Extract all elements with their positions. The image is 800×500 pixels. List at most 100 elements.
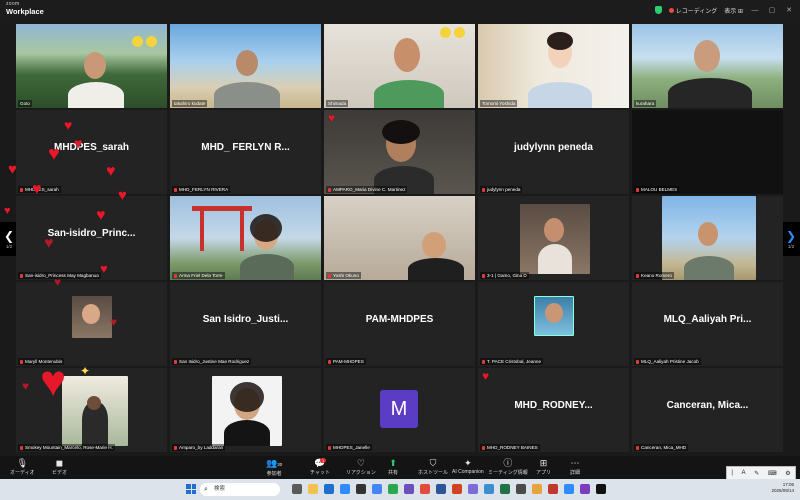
- participant-head: [422, 232, 446, 258]
- heart-reaction-icon: ♥: [22, 379, 30, 393]
- mic-muted-icon: [328, 187, 331, 192]
- system-tray-clock[interactable]: 17:06 2025/09/14: [771, 482, 794, 494]
- gear-icon[interactable]: ⚙: [785, 470, 790, 477]
- share-button[interactable]: ⬆ 共有: [388, 458, 398, 476]
- mic-muted-icon: [20, 273, 23, 278]
- active-speaker-tile[interactable]: Shimada: [324, 24, 475, 108]
- teams-icon[interactable]: [404, 484, 414, 494]
- participant-name-label: MHDPES_Janelle: [326, 444, 372, 451]
- pen-icon[interactable]: ✎: [754, 470, 759, 477]
- video-tile[interactable]: San Isidro_Justi... San Isidro_Justine M…: [170, 282, 321, 366]
- app-icon[interactable]: [420, 484, 430, 494]
- heart-reaction-icon: ♥: [44, 235, 54, 252]
- participant-name: Amparo_by Laddaran: [179, 445, 224, 450]
- participant-body: [224, 420, 270, 446]
- chrome-icon[interactable]: [372, 484, 382, 494]
- zoom-app-icon[interactable]: [340, 484, 350, 494]
- video-tile[interactable]: 3-1 | Gamo, Gina D: [478, 196, 629, 280]
- maximize-icon[interactable]: ▢: [767, 6, 777, 14]
- participant-head: [394, 38, 420, 72]
- video-tile[interactable]: judylynn peneda judylynn peneda: [478, 110, 629, 194]
- video-tile[interactable]: kurahara: [632, 24, 783, 108]
- host-tools-button[interactable]: ⛉ ホストツール: [418, 458, 448, 476]
- video-button[interactable]: ◼ ビデオ: [52, 458, 67, 476]
- ime-mode-button[interactable]: A: [742, 470, 746, 476]
- chevron-right-icon: ❯: [785, 228, 797, 243]
- participant-name-label: takahiro kodate: [172, 100, 208, 107]
- video-tile[interactable]: Smokey Mountain_Marcelo, Rose-Marie H.: [16, 368, 167, 452]
- more-button[interactable]: ⋯ 詳細: [570, 458, 580, 476]
- meeting-info-button[interactable]: ⓘ ミーティング情報: [488, 458, 528, 476]
- view-label: 表示: [724, 8, 737, 15]
- participant-body: [374, 80, 444, 108]
- excel-icon[interactable]: [500, 484, 510, 494]
- video-tile[interactable]: Keano Romero: [632, 196, 783, 280]
- video-tile[interactable]: MHD_RODNEY... MHD_RODNEY BAINES: [478, 368, 629, 452]
- mic-muted-icon: [328, 445, 331, 450]
- participant-body: [684, 256, 734, 280]
- video-tile[interactable]: PAM-MHDPES PAM-MHDPES: [324, 282, 475, 366]
- word-icon[interactable]: [436, 484, 446, 494]
- recording-indicator[interactable]: レコーディング: [668, 6, 717, 15]
- video-tile[interactable]: San-isidro_Princ... San-isidro_Princess …: [16, 196, 167, 280]
- taskbar-search-box[interactable]: 検索: [200, 483, 280, 496]
- video-tile[interactable]: Maryll Montenubis: [16, 282, 167, 366]
- video-tile[interactable]: AMPARO_Maria Divine C. Martinez: [324, 110, 475, 194]
- security-shield-icon[interactable]: [654, 6, 662, 14]
- windows-taskbar: 検索 17:06 2025/09/14: [0, 479, 800, 500]
- participants-button[interactable]: 👥30 参加者: [266, 458, 282, 477]
- apps-button[interactable]: ⊞ アプリ: [536, 458, 551, 476]
- windows-start-icon[interactable]: [186, 484, 196, 494]
- participant-name: 3-1 | Gamo, Gina D: [487, 273, 527, 278]
- close-icon[interactable]: ✕: [784, 6, 794, 14]
- ai-companion-button[interactable]: ✦ AI Companion: [452, 458, 484, 475]
- minimize-icon[interactable]: —: [750, 7, 760, 14]
- audio-button[interactable]: 🎙 オーディオ: [10, 458, 35, 476]
- start-tile: [186, 484, 191, 489]
- task-view-icon[interactable]: [292, 484, 302, 494]
- smiley-icon: [440, 27, 451, 38]
- participant-name: MLQ_Aaliyah Pristine Jacob: [641, 359, 699, 364]
- video-tile[interactable]: takahiro kodate: [170, 24, 321, 108]
- participant-name-label: Canceran, Mica_MHD: [634, 444, 689, 451]
- video-tile[interactable]: MALOU BELMES: [632, 110, 783, 194]
- video-tile[interactable]: Amparo_by Laddaran: [170, 368, 321, 452]
- participants-icon: 👥30: [266, 458, 283, 468]
- app-icon[interactable]: [564, 484, 574, 494]
- app-icon[interactable]: [548, 484, 558, 494]
- powerpoint-icon[interactable]: [452, 484, 462, 494]
- outlook-icon[interactable]: [484, 484, 494, 494]
- app-icon[interactable]: [468, 484, 478, 494]
- app-icon[interactable]: [356, 484, 366, 494]
- participant-head: [87, 396, 101, 410]
- more-dots-icon: ⋯: [570, 458, 580, 468]
- video-tile[interactable]: T. PACE Cristobal, Jeanne: [478, 282, 629, 366]
- reactions-button[interactable]: ♡ リアクション: [346, 458, 376, 476]
- video-tile[interactable]: Canceran, Mica... Canceran, Mica_MHD: [632, 368, 783, 452]
- app-icon[interactable]: [596, 484, 606, 494]
- participant-name: MHD_FERLYN RIVERA: [179, 187, 229, 192]
- keyboard-icon[interactable]: ⌨: [768, 470, 777, 477]
- app-icon[interactable]: [580, 484, 590, 494]
- line-icon[interactable]: [388, 484, 398, 494]
- file-explorer-icon[interactable]: [308, 484, 318, 494]
- video-tile[interactable]: Yoshi Okuno: [324, 196, 475, 280]
- participants-count: 30: [277, 462, 283, 467]
- video-tile[interactable]: MLQ_Aaliyah Pri... MLQ_Aaliyah Pristine …: [632, 282, 783, 366]
- apps-label: アプリ: [536, 470, 552, 476]
- shield-icon: ⛉: [429, 458, 437, 468]
- edge-browser-icon[interactable]: [324, 484, 334, 494]
- participant-name-label: MHD_FERLYN RIVERA: [172, 186, 231, 193]
- next-page-button[interactable]: ❯ 1/2: [782, 222, 800, 256]
- view-button[interactable]: 表示 ⊞: [724, 6, 743, 15]
- video-tile[interactable]: Goto: [16, 24, 167, 108]
- meeting-toolbar: 🎙 オーディオ ◼ ビデオ 👥30 参加者 💬 1 チャット ♡ リアクション …: [0, 456, 800, 479]
- app-icon[interactable]: [516, 484, 526, 494]
- app-icon[interactable]: [532, 484, 542, 494]
- video-tile[interactable]: M MHDPES_Janelle: [324, 368, 475, 452]
- video-tile[interactable]: MHD_ FERLYN R... MHD_FERLYN RIVERA: [170, 110, 321, 194]
- chat-button[interactable]: 💬 1 チャット: [310, 458, 330, 476]
- video-tile[interactable]: Arma Friel Dela Torre: [170, 196, 321, 280]
- search-placeholder: 検索: [214, 486, 226, 492]
- video-tile[interactable]: Tomomi Yoshida: [478, 24, 629, 108]
